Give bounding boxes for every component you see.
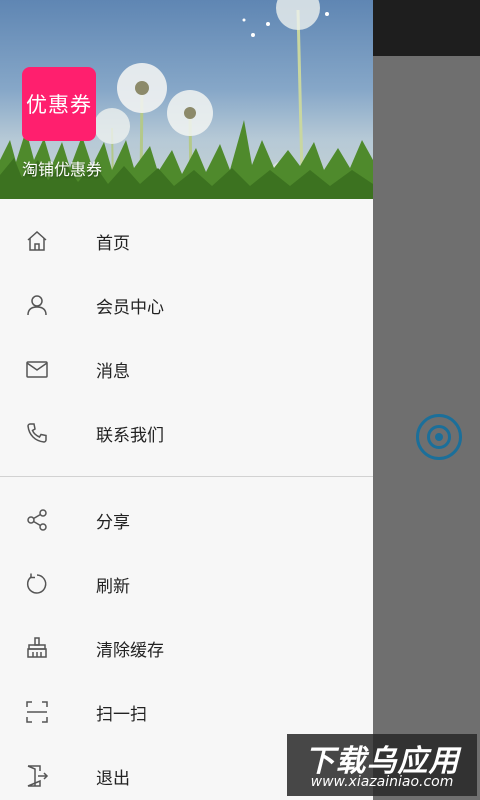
watermark-url: www.xiazainiao.com xyxy=(310,774,454,790)
menu-item-clear-cache[interactable]: 清除缓存 xyxy=(0,616,373,680)
menu-item-home[interactable]: 首页 xyxy=(0,209,373,273)
app-name: 淘铺优惠券 xyxy=(22,160,103,179)
menu-label: 刷新 xyxy=(96,576,130,597)
scan-icon xyxy=(24,699,50,725)
user-icon xyxy=(24,292,50,318)
app-logo-badge[interactable]: 优惠券 xyxy=(22,67,96,141)
menu-divider xyxy=(0,476,373,477)
navigation-drawer: 优惠券 淘铺优惠券 首页 会员中心 消息 联系我们 分享 刷新 清除缓存 扫一扫… xyxy=(0,0,373,800)
menu-label: 首页 xyxy=(96,233,130,254)
menu-item-messages[interactable]: 消息 xyxy=(0,337,373,401)
phone-icon xyxy=(24,420,50,446)
menu-item-member-center[interactable]: 会员中心 xyxy=(0,273,373,337)
menu-item-refresh[interactable]: 刷新 xyxy=(0,552,373,616)
exit-icon xyxy=(24,763,50,789)
drawer-header: 优惠券 淘铺优惠券 xyxy=(0,0,373,199)
menu-label: 会员中心 xyxy=(96,297,164,318)
home-icon xyxy=(24,228,50,254)
mail-icon xyxy=(24,356,50,382)
target-icon xyxy=(427,425,451,449)
menu-label: 清除缓存 xyxy=(96,640,164,661)
share-icon xyxy=(24,507,50,533)
refresh-icon xyxy=(24,571,50,597)
menu-item-contact-us[interactable]: 联系我们 xyxy=(0,401,373,465)
floating-action-button[interactable] xyxy=(416,414,462,460)
broom-icon xyxy=(24,635,50,661)
menu-label: 消息 xyxy=(96,361,130,382)
menu-item-share[interactable]: 分享 xyxy=(0,488,373,552)
menu-label: 退出 xyxy=(96,768,130,789)
menu-label: 分享 xyxy=(96,512,130,533)
primary-menu: 首页 会员中心 消息 联系我们 xyxy=(0,199,373,465)
menu-label: 联系我们 xyxy=(96,425,164,446)
watermark: 下载乌应用 www.xiazainiao.com xyxy=(287,734,477,796)
menu-label: 扫一扫 xyxy=(96,704,147,725)
